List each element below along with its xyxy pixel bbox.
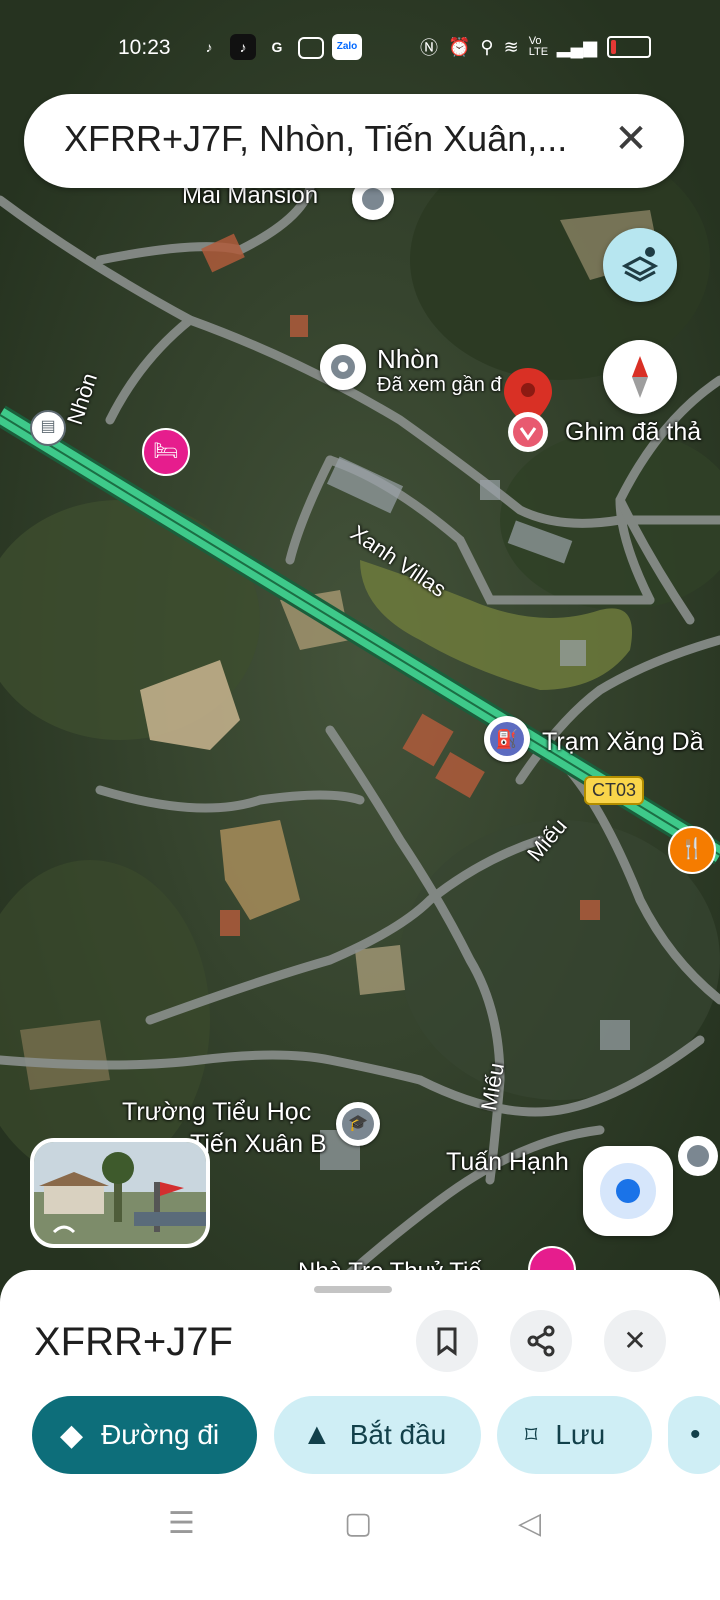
poi-marker-nhon[interactable]	[320, 344, 366, 390]
tiktok-icon: ♪	[230, 34, 256, 60]
share-button[interactable]	[510, 1310, 572, 1372]
place-label-tuan-hanh[interactable]: Tuấn Hạnh	[446, 1148, 569, 1177]
volte-icon: Vo LTE	[528, 35, 549, 58]
bookmark-icon: ⌑	[525, 1421, 538, 1449]
start-label: Bắt đầu	[349, 1419, 447, 1450]
bookmark-icon	[437, 1327, 457, 1356]
place-label-gas-station[interactable]: Trạm Xăng Dầ	[542, 728, 704, 757]
my-location-button[interactable]	[583, 1146, 673, 1236]
google-icon: G	[271, 39, 283, 55]
poi-marker-right-edge[interactable]	[678, 1136, 718, 1176]
bus-stop-icon[interactable]: ▤	[30, 410, 66, 446]
nfc-icon: Ⓝ	[420, 38, 438, 58]
close-sheet-button[interactable]: ✕	[604, 1310, 666, 1372]
status-bar: 10:23 ♪ ♪ G Zalo Ⓝ ⏰ ⚲ ≋ Vo LTE ▂▄▆	[0, 30, 720, 66]
back-icon[interactable]: ◁	[518, 1506, 541, 1541]
tiktok-icon: ♪	[205, 39, 213, 55]
close-icon: ✕	[623, 1325, 647, 1356]
save-label: Lưu	[555, 1419, 606, 1450]
status-time: 10:23	[118, 36, 171, 59]
gas-station-marker-icon[interactable]: ⛽	[484, 716, 530, 762]
search-query[interactable]: XFRR+J7F, Nhòn, Tiến Xuân,...	[64, 118, 604, 160]
street-view-thumbnail[interactable]	[30, 1138, 210, 1248]
battery-level	[611, 40, 617, 54]
compass-button[interactable]	[603, 340, 677, 414]
compass-icon	[632, 356, 648, 398]
wifi-icon: ≋	[503, 36, 519, 57]
battery-icon	[607, 36, 652, 58]
place-label-nhon[interactable]: Nhòn	[377, 344, 439, 375]
recent-apps-icon[interactable]: ☰	[168, 1506, 195, 1541]
home-icon[interactable]: ▢	[344, 1506, 372, 1541]
save-button[interactable]: ⌑ Lưu	[497, 1396, 652, 1474]
gallery-icon	[298, 37, 324, 59]
place-label-dropped-pin[interactable]: Ghim đã thả	[565, 418, 701, 447]
place-label-nhon-subtitle: Đã xem gần đ	[377, 374, 502, 396]
school-marker-icon[interactable]: 🎓	[336, 1102, 380, 1146]
restaurant-marker-icon[interactable]: 🍴	[668, 826, 716, 874]
system-navigation-bar: ☰ ▢ ◁	[0, 1490, 720, 1560]
notification-icons: ♪ ♪ G Zalo	[196, 34, 362, 60]
navigation-arrow-icon: ▲	[302, 1418, 332, 1451]
more-actions-button[interactable]: •	[668, 1396, 720, 1474]
directions-button[interactable]: ◆ Đường đi	[32, 1396, 257, 1474]
place-label-school-line2[interactable]: Tiến Xuân B	[190, 1130, 327, 1159]
start-navigation-button[interactable]: ▲ Bắt đầu	[274, 1396, 481, 1474]
dropped-pin-marker[interactable]	[500, 366, 556, 456]
clear-search-close-icon[interactable]: ✕	[606, 114, 656, 164]
directions-label: Đường đi	[101, 1419, 220, 1450]
road-badge-ct03: CT03	[584, 776, 645, 805]
my-location-icon	[616, 1179, 640, 1203]
layers-button[interactable]	[603, 228, 677, 302]
drag-handle[interactable]	[314, 1286, 392, 1293]
hotel-marker-icon[interactable]: 🛏	[142, 428, 190, 476]
place-label-school-line1[interactable]: Trường Tiểu Học	[122, 1098, 311, 1127]
location-icon: ⚲	[480, 36, 494, 57]
directions-icon: ◆	[60, 1418, 84, 1452]
alarm-icon: ⏰	[448, 36, 471, 57]
zalo-icon: Zalo	[332, 34, 362, 60]
layers-icon	[621, 247, 659, 282]
system-icons: Ⓝ ⏰ ⚲ ≋ Vo LTE ▂▄▆	[420, 34, 652, 60]
save-bookmark-button[interactable]	[416, 1310, 478, 1372]
share-icon	[527, 1325, 555, 1357]
search-bar[interactable]: XFRR+J7F, Nhòn, Tiến Xuân,... ✕	[24, 94, 684, 188]
more-icon: •	[690, 1418, 701, 1451]
place-title: XFRR+J7F	[34, 1320, 233, 1364]
signal-icon: ▂▄▆	[556, 36, 598, 57]
